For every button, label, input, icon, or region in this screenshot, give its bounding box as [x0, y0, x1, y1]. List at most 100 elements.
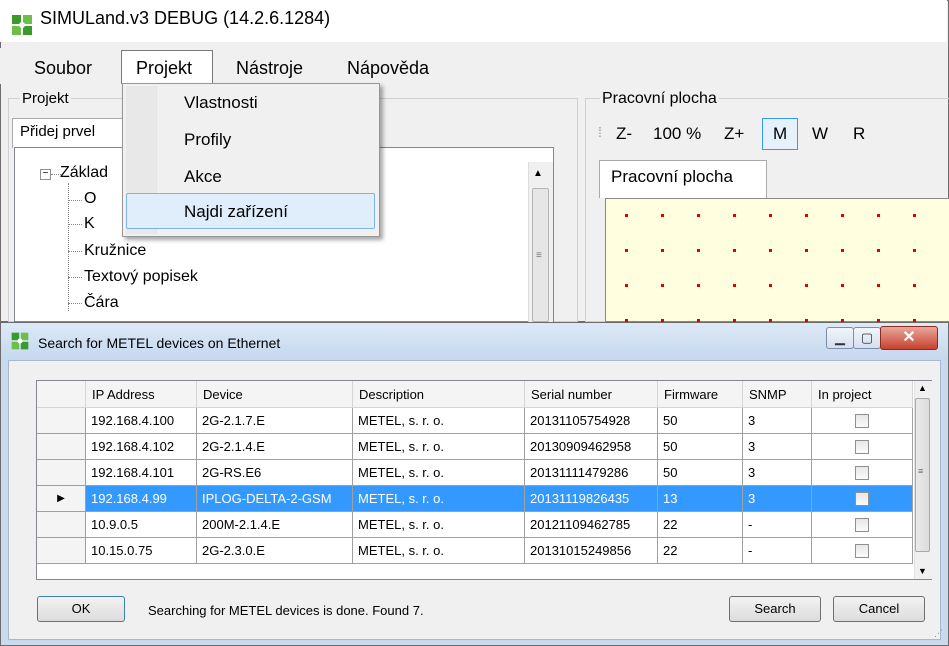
tree-item-textovy-popisek[interactable]: Textový popisek [84, 268, 198, 286]
column-header-snmp[interactable]: SNMP [742, 381, 812, 408]
maximize-button[interactable]: ▢ [853, 327, 881, 349]
table-row-selected[interactable]: ▶ 192.168.4.99 IPLOG-DELTA-2-GSM METEL, … [37, 485, 913, 512]
tree-connector [68, 303, 82, 304]
menu-soubor[interactable]: Soubor [30, 58, 96, 79]
tree-item-kruznice[interactable]: Kružnice [84, 242, 146, 260]
grid-dot [697, 214, 700, 217]
tree-connector [68, 277, 82, 278]
menu-item-akce[interactable]: Akce [184, 167, 222, 187]
cancel-button[interactable]: Cancel [833, 596, 925, 622]
cell-ip: 192.168.4.101 [85, 459, 197, 486]
grid-dot [805, 214, 808, 217]
resize-grip-icon[interactable]: ⋰ [934, 628, 943, 639]
in-project-checkbox[interactable] [855, 440, 869, 455]
zoom-level: 100 % [653, 124, 702, 143]
zoom-out-button[interactable]: Z- [616, 124, 632, 144]
cell-device: 2G-2.3.0.E [196, 537, 353, 564]
m-button[interactable]: M [773, 124, 787, 144]
tree-connector [68, 200, 82, 201]
in-project-checkbox[interactable] [855, 414, 869, 429]
cell-serial: 20131111479286 [524, 459, 658, 486]
tree-connector [68, 224, 82, 225]
row-header[interactable] [37, 433, 86, 460]
cell-device: 2G-2.1.7.E [196, 407, 353, 434]
row-header[interactable] [37, 511, 86, 538]
column-header-ip[interactable]: IP Address [85, 381, 197, 408]
scroll-grip-icon: ≡ [536, 250, 542, 261]
menu-projekt[interactable]: Projekt [132, 58, 196, 79]
table-row[interactable]: 10.9.0.5 200M-2.1.4.E METEL, s. r. o. 20… [37, 511, 913, 538]
scroll-up-icon[interactable]: ▲ [918, 383, 927, 393]
table-row[interactable]: 192.168.4.100 2G-2.1.7.E METEL, s. r. o.… [37, 407, 913, 434]
column-header-in-project[interactable]: In project [811, 381, 913, 408]
cell-description: METEL, s. r. o. [352, 511, 525, 538]
grid-dot [769, 284, 772, 287]
grid-dot [877, 214, 880, 217]
grid-dot [805, 284, 808, 287]
grid-dot [913, 214, 916, 217]
tree-root[interactable]: Základ [60, 164, 108, 182]
cell-in-project [811, 459, 913, 486]
tab-pridej-label: Přidej prvel [20, 123, 96, 140]
in-project-checkbox[interactable] [855, 518, 869, 533]
cell-device: 200M-2.1.4.E [196, 511, 353, 538]
scroll-up-icon[interactable]: ▲ [533, 168, 543, 179]
cell-firmware: 22 [657, 537, 743, 564]
menu-item-najdi-zarizeni[interactable]: Najdi zařízení [184, 202, 288, 222]
grid-dot [733, 214, 736, 217]
zoom-in-button[interactable]: Z+ [724, 124, 744, 144]
current-row-arrow-icon[interactable]: ▶ [37, 485, 86, 512]
cell-snmp: - [742, 511, 812, 538]
grid-dot [769, 214, 772, 217]
cell-in-project [811, 407, 913, 434]
search-button[interactable]: Search [729, 596, 821, 622]
tree-connector [68, 183, 69, 311]
tree-collapse-icon[interactable]: − [40, 169, 51, 180]
column-header-firmware[interactable]: Firmware [657, 381, 743, 408]
row-header[interactable] [37, 407, 86, 434]
table-row[interactable]: 10.15.0.75 2G-2.3.0.E METEL, s. r. o. 20… [37, 537, 913, 564]
menu-item-vlastnosti[interactable]: Vlastnosti [184, 93, 258, 113]
table-header-row: IP Address Device Description Serial num… [37, 381, 913, 408]
tree-connector [68, 251, 82, 252]
cell-firmware: 50 [657, 433, 743, 460]
grid-dot [841, 284, 844, 287]
cell-serial: 20130909462958 [524, 433, 658, 460]
close-button[interactable]: ✕ [880, 326, 938, 350]
scroll-down-icon[interactable]: ▼ [918, 566, 927, 576]
cell-in-project [811, 485, 913, 512]
table-row[interactable]: 192.168.4.102 2G-2.1.4.E METEL, s. r. o.… [37, 433, 913, 460]
grid-dot [733, 284, 736, 287]
tree-item-cara[interactable]: Čára [84, 294, 119, 312]
status-text: Searching for METEL devices is done. Fou… [148, 603, 424, 618]
workspace-canvas[interactable] [605, 198, 949, 322]
grid-dot [913, 249, 916, 252]
cell-snmp: 3 [742, 433, 812, 460]
cell-firmware: 50 [657, 459, 743, 486]
cell-in-project [811, 511, 913, 538]
table-row[interactable]: 192.168.4.101 2G-RS.E6 METEL, s. r. o. 2… [37, 459, 913, 486]
tree-item[interactable]: K [84, 215, 95, 233]
ok-button[interactable]: OK [37, 596, 125, 622]
tree-item[interactable]: O [84, 190, 96, 208]
column-header-serial[interactable]: Serial number [524, 381, 658, 408]
column-header-device[interactable]: Device [196, 381, 353, 408]
menu-napoveda[interactable]: Nápověda [343, 58, 433, 79]
cell-ip: 192.168.4.102 [85, 433, 197, 460]
row-header[interactable] [37, 459, 86, 486]
w-button[interactable]: W [812, 124, 828, 144]
cell-snmp: - [742, 537, 812, 564]
cell-firmware: 50 [657, 407, 743, 434]
menu-nastroje[interactable]: Nástroje [232, 58, 307, 79]
column-header-description[interactable]: Description [352, 381, 525, 408]
row-header[interactable] [37, 537, 86, 564]
in-project-checkbox[interactable] [855, 466, 869, 481]
in-project-checkbox[interactable] [855, 544, 869, 559]
menu-item-profily[interactable]: Profily [184, 130, 231, 150]
grid-dot [841, 249, 844, 252]
r-button[interactable]: R [853, 124, 865, 144]
minimize-button[interactable]: ▁ [826, 327, 854, 349]
grid-dot [625, 284, 628, 287]
in-project-checkbox[interactable] [855, 492, 869, 507]
scroll-grip-icon: ≡ [918, 466, 924, 476]
